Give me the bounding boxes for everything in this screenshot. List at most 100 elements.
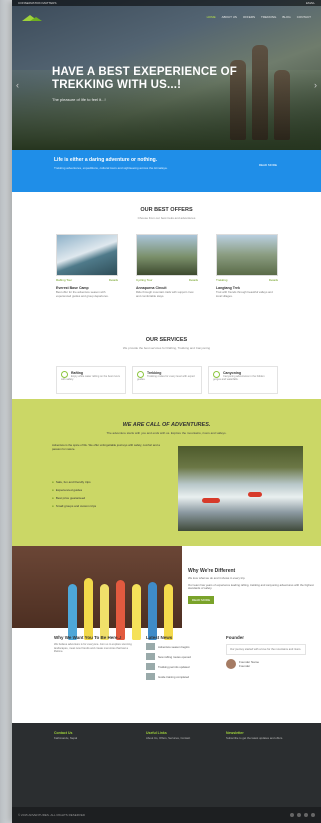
news-title: Latest News	[146, 635, 173, 640]
rafting-image	[178, 446, 303, 531]
cta-text: Trekking adventures, expeditions, cultur…	[54, 166, 168, 170]
offer-card[interactable]: Cycling Tour Details Annapurna Circuit Ri…	[136, 234, 198, 320]
paddle-shape	[132, 584, 141, 640]
news-thumb	[146, 653, 155, 660]
canyoning-icon	[213, 371, 220, 378]
nav-item-home[interactable]: HOME	[207, 15, 216, 19]
adventure-text: Adventure is the spice of life. We offer…	[52, 443, 160, 451]
topbar: CONSERVATION MATTERS EMAIL	[12, 0, 321, 6]
linkedin-icon[interactable]	[311, 813, 315, 817]
news-item[interactable]: New rafting routes opened	[146, 653, 212, 660]
footer-newsletter: Newsletter Subscribe to get the latest u…	[226, 731, 306, 741]
offer-card[interactable]: Rafting Tour Details Everest Base Camp Be…	[56, 234, 118, 320]
services-title: OUR SERVICES	[145, 337, 188, 343]
cta-read-more-button[interactable]: READ MORE	[259, 163, 277, 167]
paddle-shape	[100, 584, 109, 640]
news-item[interactable]: Trekking permits updated	[146, 663, 212, 670]
news-link[interactable]: Adventure season begins	[158, 645, 190, 649]
nav-item-about[interactable]: ABOUT US	[222, 15, 237, 19]
offer-type: Rafting Tour	[56, 278, 73, 282]
offer-card[interactable]: Trekking Details Langtang Trek Trek with …	[216, 234, 278, 320]
founder-column: Founder Our journey started with a love …	[226, 635, 306, 670]
adventure-list-item: Best price guaranteed	[52, 496, 85, 500]
founder-profile: Founder Name Founder	[226, 659, 306, 670]
why-different: Why We're Different We love what we do a…	[188, 568, 318, 604]
news-link[interactable]: Guide training completed	[158, 675, 189, 679]
news-link[interactable]: Trekking permits updated	[158, 665, 189, 669]
service-card[interactable]: Canyoning Canyoning adventures in the hi…	[208, 366, 278, 394]
offer-type: Trekking	[216, 278, 228, 282]
google-plus-icon[interactable]	[304, 813, 308, 817]
news-thumb	[146, 643, 155, 650]
topbar-left: CONSERVATION MATTERS	[18, 1, 57, 5]
why-different-text: Our team has years of experience leading…	[188, 582, 314, 591]
why-read-more-button[interactable]: READ MORE	[188, 595, 214, 604]
founder-role: Founder	[239, 664, 251, 669]
footer-links-text[interactable]: About Us, Offers, Services, Contact	[146, 736, 206, 741]
why-column: Why We Want You To Be Here..! We believe…	[54, 635, 134, 654]
offer-image	[56, 234, 118, 276]
paddle-shape	[164, 584, 173, 640]
nav-item-contact[interactable]: CONTACT	[297, 15, 311, 19]
paddle-shape	[68, 584, 77, 640]
nav-item-blog[interactable]: BLOG	[282, 15, 290, 19]
paddle-shape	[148, 582, 157, 640]
service-card[interactable]: Rafting Enjoy white water rafting on the…	[56, 366, 126, 394]
next-arrow-icon[interactable]: ›	[314, 80, 317, 90]
news-link[interactable]: New rafting routes opened	[158, 655, 191, 659]
cta-band: Life is either a daring adventure or not…	[12, 150, 321, 192]
footer-newsletter-title: Newsletter	[226, 731, 244, 735]
raft-shape	[202, 498, 220, 503]
main-nav: HOME ABOUT US OFFERS TREKKING BLOG CONTA…	[12, 10, 321, 24]
offer-desc: Trek with friends through beautiful vall…	[216, 290, 273, 298]
news-column: Latest News Adventure season begins New …	[146, 635, 212, 680]
footer-contact-title: Contact Us	[54, 731, 73, 735]
bell-icon	[61, 371, 68, 378]
footer: Contact Us Kathmandu, Nepal Useful Links…	[12, 723, 321, 807]
footer-contact: Contact Us Kathmandu, Nepal	[54, 731, 124, 741]
news-item[interactable]: Adventure season begins	[146, 643, 212, 650]
hero: CONSERVATION MATTERS EMAIL HOME ABOUT US…	[12, 0, 321, 150]
adventure-list-item: Safe, fun and friendly trips	[52, 480, 91, 484]
offers-title: OUR BEST OFFERS	[140, 207, 193, 213]
raft-shape	[248, 492, 262, 497]
nav-item-trekking[interactable]: TREKKING	[261, 15, 276, 19]
offer-link[interactable]: Details	[109, 278, 118, 282]
trekking-icon	[137, 371, 144, 378]
offers-subtitle: Choose from our best treks and adventure…	[137, 216, 196, 220]
paddles-image	[12, 546, 182, 640]
menu: HOME ABOUT US OFFERS TREKKING BLOG CONTA…	[207, 15, 311, 19]
why-different-title: Why We're Different	[188, 568, 236, 574]
offer-image	[136, 234, 198, 276]
adventure-title: WE ARE CALL OF ADVENTURES.	[122, 422, 211, 428]
page: CONSERVATION MATTERS EMAIL HOME ABOUT US…	[12, 0, 321, 823]
offer-desc: Ride through mountain trails with suppor…	[136, 290, 194, 298]
twitter-icon[interactable]	[297, 813, 301, 817]
services-subtitle: We provide the best services for Rafting…	[122, 346, 211, 350]
facebook-icon[interactable]	[290, 813, 294, 817]
logo[interactable]	[22, 13, 48, 21]
social-links	[290, 813, 315, 817]
topbar-right[interactable]: EMAIL	[306, 1, 315, 5]
footer-links: Useful Links About Us, Offers, Services,…	[146, 731, 206, 741]
founder-quote: Our journey started with a love for the …	[226, 644, 306, 656]
why-text: We believe adventure is for everyone. Jo…	[54, 643, 132, 653]
offer-link[interactable]: Details	[269, 278, 278, 282]
footer-links-title: Useful Links	[146, 731, 167, 735]
adventure-list-item: Experienced guides	[52, 488, 82, 492]
copyright-bar: © 2015 ADVENTURES. ALL RIGHTS RESERVED	[12, 807, 321, 823]
service-card[interactable]: Trekking Trekking routes for every level…	[132, 366, 202, 394]
prev-arrow-icon[interactable]: ‹	[16, 80, 19, 90]
adventure-subtitle: The adventure starts with you and ends w…	[106, 431, 227, 435]
avatar	[226, 659, 236, 670]
hiker-image	[252, 45, 268, 140]
paddle-shape	[116, 580, 125, 640]
offer-desc: Best offer for the adventure season with…	[56, 290, 109, 298]
offer-link[interactable]: Details	[189, 278, 198, 282]
footer-newsletter-text: Subscribe to get the latest updates and …	[226, 736, 284, 740]
nav-item-offers[interactable]: OFFERS	[243, 15, 255, 19]
hero-subtitle: The pleasure of life to feel it...!	[52, 97, 106, 102]
news-item[interactable]: Guide training completed	[146, 673, 212, 680]
hero-title: HAVE A BEST EXEPERIENCE OF TREKKING WITH…	[52, 66, 237, 91]
footer-contact-text: Kathmandu, Nepal	[54, 736, 78, 740]
